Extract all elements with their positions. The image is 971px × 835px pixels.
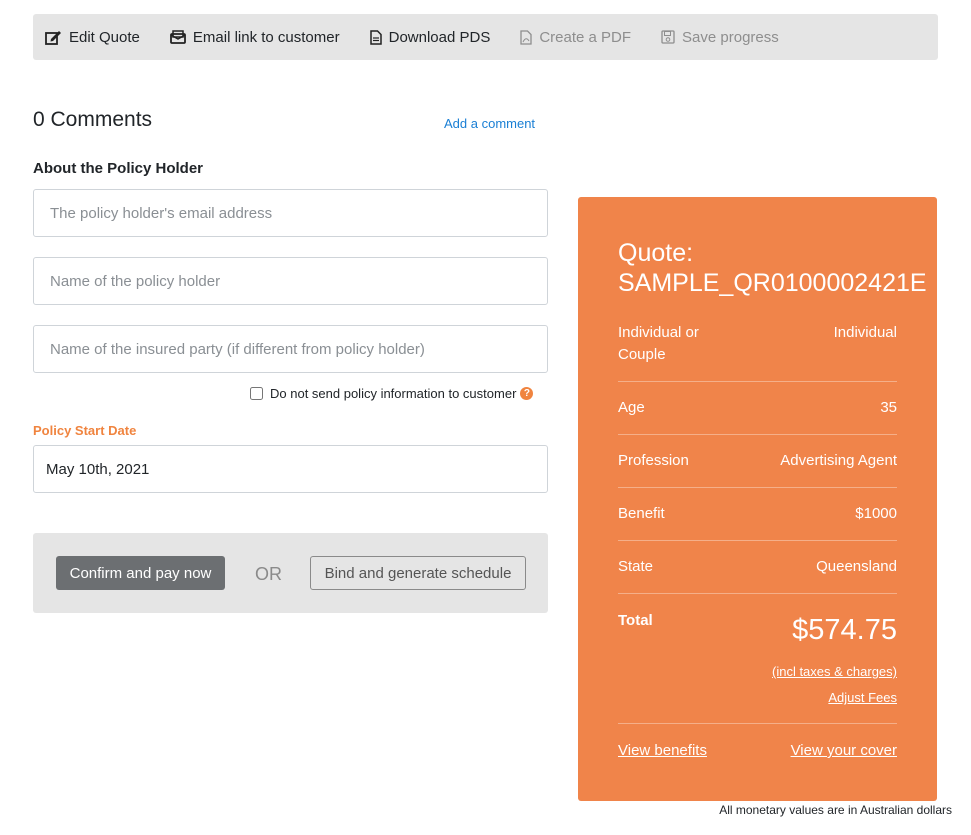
- quote-row-label: Profession: [618, 452, 689, 469]
- comments-title: 0 Comments: [33, 108, 153, 131]
- envelope-icon: [169, 30, 186, 44]
- toolbar: Edit Quote Email link to customer Downlo…: [33, 14, 938, 60]
- quote-title-prefix: Quote:: [618, 239, 694, 267]
- edit-quote-label: Edit Quote: [69, 28, 140, 46]
- create-pdf-label: Create a PDF: [539, 28, 632, 46]
- quote-row-value: 35: [880, 399, 897, 416]
- quote-reference: SAMPLE_QR0100002421E: [618, 269, 927, 297]
- action-box: Confirm and pay now OR Bind and generate…: [33, 533, 548, 613]
- or-separator: OR: [255, 564, 282, 584]
- divider: [618, 381, 897, 382]
- incl-taxes-link[interactable]: (incl taxes & charges): [772, 664, 897, 679]
- quote-row-profession: Profession Advertising Agent: [618, 450, 897, 472]
- edit-quote-button[interactable]: Edit Quote: [45, 29, 140, 46]
- download-pds-button[interactable]: Download PDS: [369, 28, 491, 46]
- do-not-send-checkbox[interactable]: [250, 387, 263, 400]
- save-progress-button[interactable]: Save progress: [661, 29, 779, 46]
- total-label: Total: [618, 612, 653, 629]
- quote-row-label: Individual or Couple: [618, 324, 699, 363]
- do-not-send-option: Do not send policy information to custom…: [250, 386, 534, 401]
- adjust-fees-link[interactable]: Adjust Fees: [828, 690, 897, 705]
- bind-schedule-button[interactable]: Bind and generate schedule: [310, 556, 526, 590]
- policy-start-date-label: Policy Start Date: [33, 423, 137, 438]
- download-pds-label: Download PDS: [388, 28, 491, 46]
- save-icon: [661, 30, 675, 44]
- pdf-file-icon: [520, 29, 532, 45]
- quote-row-value: Individual: [833, 324, 897, 341]
- policy-holder-name-field[interactable]: [33, 257, 548, 305]
- document-icon: [369, 29, 382, 45]
- quote-row-cover-type: Individual or Couple Individual: [618, 322, 897, 366]
- divider: [618, 434, 897, 435]
- insured-party-field[interactable]: [33, 325, 548, 373]
- view-cover-link[interactable]: View your cover: [791, 742, 897, 759]
- quote-row-label: Age: [618, 399, 645, 416]
- do-not-send-label: Do not send policy information to custom…: [270, 386, 517, 401]
- divider: [618, 540, 897, 541]
- divider: [618, 487, 897, 488]
- divider: [618, 723, 897, 724]
- quote-row-value: Advertising Agent: [780, 452, 897, 469]
- confirm-pay-button[interactable]: Confirm and pay now: [56, 556, 225, 590]
- email-field[interactable]: [33, 189, 548, 237]
- currency-footnote: All monetary values are in Australian do…: [719, 803, 952, 817]
- policy-start-date-field[interactable]: [33, 445, 548, 493]
- view-benefits-link[interactable]: View benefits: [618, 742, 707, 759]
- email-link-label: Email link to customer: [192, 28, 340, 46]
- quote-row-benefit: Benefit $1000: [618, 503, 897, 525]
- edit-icon: [45, 30, 61, 45]
- policy-holder-heading: About the Policy Holder: [33, 160, 204, 177]
- quote-title: Quote: SAMPLE_QR0100002421E: [618, 238, 927, 298]
- save-progress-label: Save progress: [682, 28, 779, 46]
- quote-panel: Quote: SAMPLE_QR0100002421E Individual o…: [578, 197, 937, 801]
- quote-row-state: State Queensland: [618, 556, 897, 578]
- quote-row-age: Age 35: [618, 397, 897, 419]
- add-comment-link[interactable]: Add a comment: [444, 116, 535, 131]
- total-value: $574.75: [792, 614, 897, 646]
- email-link-button[interactable]: Email link to customer: [169, 28, 340, 46]
- divider: [618, 593, 897, 594]
- quote-row-label: Benefit: [618, 505, 665, 522]
- quote-row-label: State: [618, 558, 654, 575]
- help-icon[interactable]: ?: [520, 387, 534, 400]
- quote-row-value: $1000: [855, 505, 897, 522]
- create-pdf-button[interactable]: Create a PDF: [520, 29, 631, 46]
- quote-row-value: Queensland: [816, 558, 897, 575]
